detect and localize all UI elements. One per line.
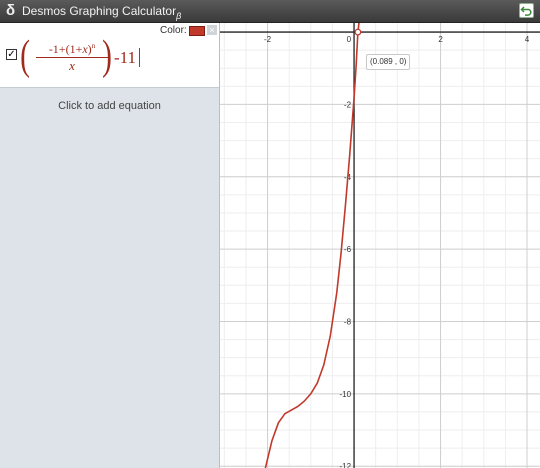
x-intercept-point — [354, 28, 362, 36]
undo-button[interactable] — [519, 3, 534, 18]
text-cursor — [139, 48, 140, 67]
y-tick-label: -10 — [339, 390, 351, 399]
denominator: x — [69, 58, 75, 73]
left-paren: ( — [20, 33, 30, 79]
numerator-part-a: -1+(1+ — [48, 42, 83, 56]
right-paren: ) — [102, 33, 112, 79]
numerator: -1+(1+x)n — [36, 39, 108, 56]
title-bar: δ Desmos Graphing Calculatorβ — [0, 0, 540, 23]
beta-label: β — [176, 11, 182, 21]
desmos-logo-icon: δ — [6, 2, 16, 19]
expression-list: ✓ Color: × ( -1+(1+x)n x ) -11 Click to … — [0, 23, 220, 468]
y-tick-label: -8 — [344, 317, 352, 326]
y-tick-label: -2 — [344, 100, 352, 109]
x-tick-label: 4 — [525, 35, 530, 44]
y-tick-label: -12 — [339, 462, 351, 468]
add-equation-prompt[interactable]: Click to add equation — [0, 100, 219, 112]
graph-canvas[interactable]: -2 0 2 4-2-4-6-8-10-12 — [220, 23, 540, 468]
undo-icon — [520, 6, 532, 16]
point-coordinate-label: (0.089 , 0) — [366, 54, 411, 70]
checkmark-icon: ✓ — [7, 49, 16, 60]
fraction: -1+(1+x)n x — [36, 39, 108, 73]
graph-paper[interactable]: -2 0 2 4 -2 -4 -6 -8 -10 -12 (0.089 , 0) — [220, 23, 540, 468]
expression-input[interactable]: ( -1+(1+x)n x ) -11 — [18, 35, 218, 81]
expression-item[interactable]: ✓ Color: × ( -1+(1+x)n x ) -11 — [0, 23, 219, 88]
expression-visibility-checkbox[interactable]: ✓ — [6, 49, 17, 60]
app-title-text: Desmos Graphing Calculator — [22, 4, 177, 18]
x-tick-label: -2 — [264, 35, 272, 44]
x-tick-label: 2 — [438, 35, 443, 44]
numerator-exponent: n — [91, 42, 96, 50]
x-tick-label: 0 — [347, 35, 352, 44]
expression-tail: -11 — [114, 48, 137, 67]
app-title: Desmos Graphing Calculatorβ — [22, 4, 181, 23]
delete-expression-icon[interactable]: × — [207, 25, 217, 35]
y-tick-label: -6 — [344, 245, 352, 254]
